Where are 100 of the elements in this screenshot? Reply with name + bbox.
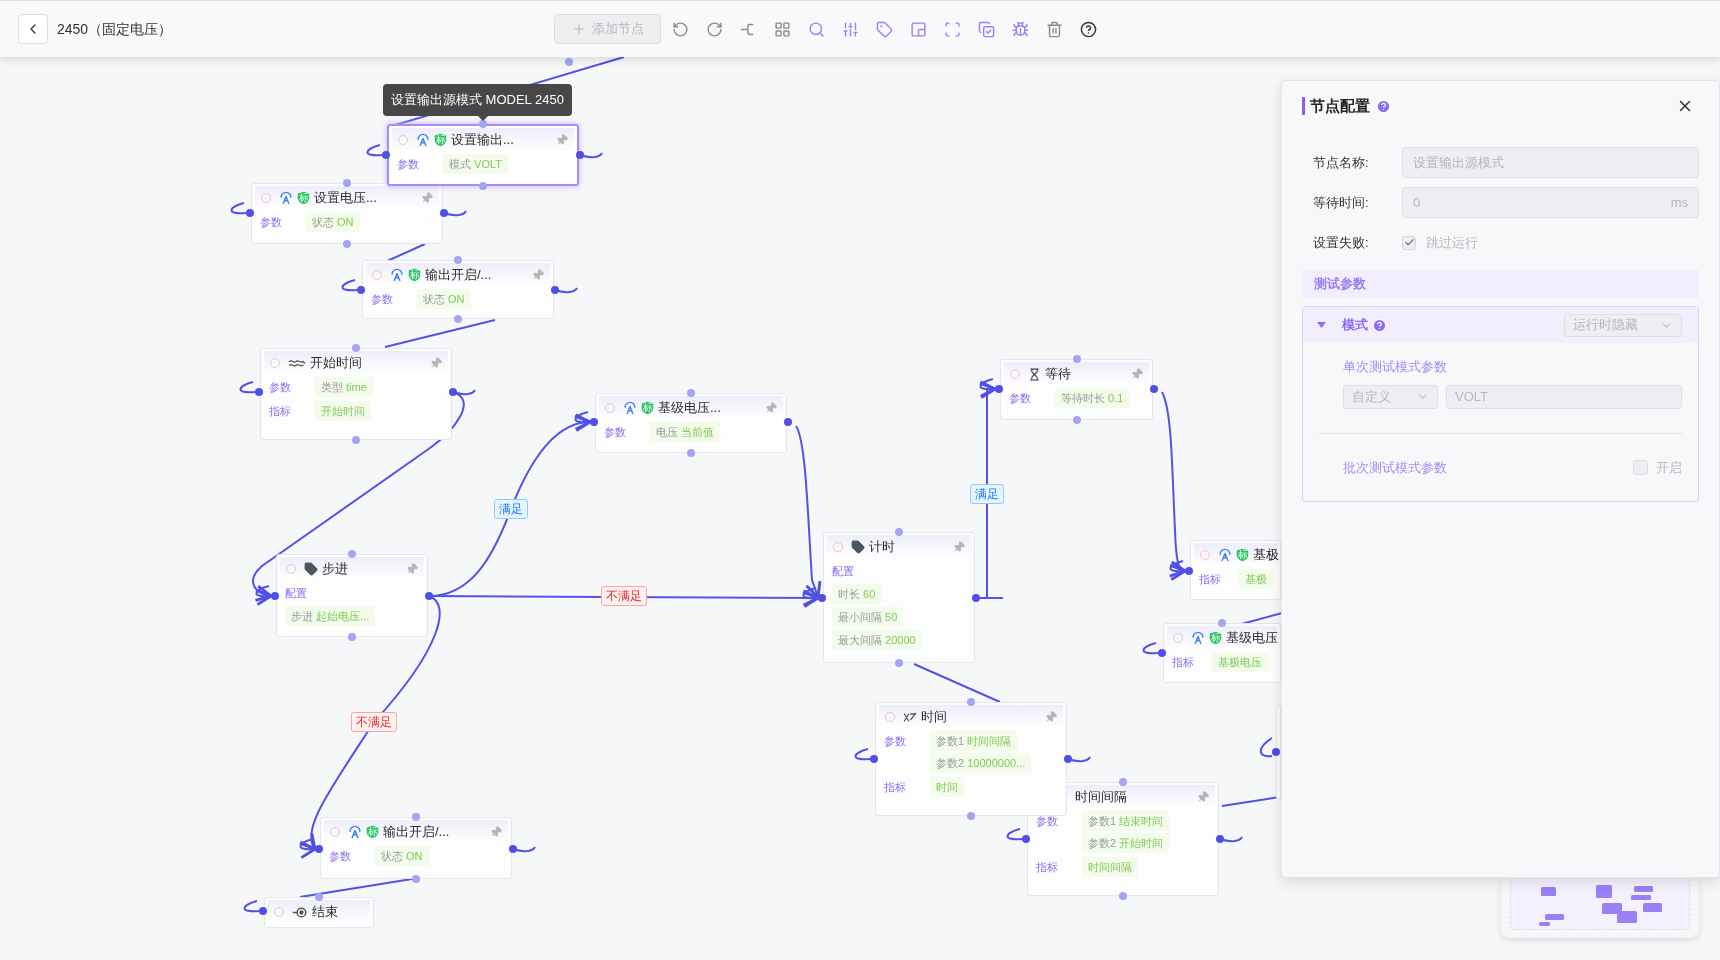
title-accent-bar xyxy=(1302,97,1305,115)
row-label: 参数 xyxy=(371,292,394,307)
param-chip: 状态 ON xyxy=(306,212,360,232)
field-label: 等待时间: xyxy=(1313,193,1370,212)
param-chip: 等待时长 0.1 xyxy=(1055,388,1130,408)
connection-port[interactable] xyxy=(479,120,487,128)
node-title: 结束 xyxy=(312,903,338,922)
flow-node[interactable]: 等待 参数 等待时长 0.1 xyxy=(1000,359,1153,420)
connection-port[interactable] xyxy=(449,388,457,396)
flow-node[interactable]: 步进 配置 步进 起始电压... xyxy=(276,554,428,637)
row-label: 指标 xyxy=(1199,572,1222,587)
connection-port[interactable] xyxy=(1064,755,1072,763)
checkbox[interactable] xyxy=(1633,459,1648,475)
connection-port[interactable] xyxy=(551,286,559,294)
row-label: 参数 xyxy=(260,215,283,230)
connection-port[interactable] xyxy=(259,907,267,915)
check-icon xyxy=(1403,237,1415,248)
row-label: 参数 xyxy=(604,425,627,440)
field-label: 节点名称: xyxy=(1313,153,1370,172)
connection-port[interactable] xyxy=(271,592,279,600)
subsection-title: 批次测试模式参数 xyxy=(1343,458,1447,477)
param-chip: 模式 VOLT xyxy=(443,154,508,174)
flow-node[interactable]: 标 输出开启/... 参数 状态 ON xyxy=(362,260,554,319)
connection-port[interactable] xyxy=(425,592,433,600)
connection-port[interactable] xyxy=(1216,835,1224,843)
back-button[interactable] xyxy=(18,14,48,44)
connection-port[interactable] xyxy=(972,594,980,602)
connection-port[interactable] xyxy=(995,385,1003,393)
row-label: 参数 xyxy=(884,734,907,749)
connection-port[interactable] xyxy=(1272,748,1280,756)
flow-node[interactable]: 计时 配置 时长 60 最小间隔 50 最大间隔 20000 xyxy=(823,532,975,663)
condition-label[interactable]: 满足 xyxy=(494,499,528,519)
connection-port[interactable] xyxy=(315,845,323,853)
param-chip: 最小间隔 50 xyxy=(832,607,904,627)
connection-port[interactable] xyxy=(870,755,878,763)
shield-badge: 标 xyxy=(366,825,379,839)
connection-port[interactable] xyxy=(440,209,448,217)
connection-port[interactable] xyxy=(1022,835,1030,843)
connection-port[interactable] xyxy=(590,418,598,426)
flow-node[interactable]: 时间 参数 参数1 时间间隔 参数2 10000000... 指标 时间 xyxy=(875,702,1067,816)
end-icon xyxy=(292,905,308,919)
panel-title: 节点配置 xyxy=(1310,95,1370,116)
connection-port[interactable] xyxy=(255,388,263,396)
condition-label[interactable]: 不满足 xyxy=(351,712,397,732)
node-title: 计时 xyxy=(869,538,895,557)
connection-port[interactable] xyxy=(509,845,517,853)
flow-node[interactable]: 标 设置电压... 参数 状态 ON xyxy=(251,183,443,244)
node-title: 时间间隔 xyxy=(1075,788,1127,807)
antenna-icon xyxy=(390,268,404,282)
hourglass-icon xyxy=(1028,367,1041,381)
connection-port[interactable] xyxy=(357,286,365,294)
node-title: 基极 xyxy=(1253,546,1279,565)
shield-badge: 标 xyxy=(297,191,310,205)
connection-port[interactable] xyxy=(1185,567,1193,575)
node-title: 输出开启/... xyxy=(425,266,492,285)
shield-badge: 标 xyxy=(408,268,421,282)
flow-node[interactable]: 时间间隔 参数 参数1 结束时间 参数2 开始时间 指标 时间间隔 xyxy=(1027,782,1219,896)
antenna-icon xyxy=(623,401,637,415)
flow-node[interactable]: 标 设置输出... 参数 模式 VOLT xyxy=(387,124,579,186)
node-title: 基级电压 xyxy=(1226,629,1278,648)
connection-port[interactable] xyxy=(382,151,390,159)
param-chip: 电压 当前值 xyxy=(650,422,721,442)
antenna-icon xyxy=(416,133,430,147)
shield-badge: 标 xyxy=(641,401,654,415)
connection-port[interactable] xyxy=(784,418,792,426)
flow-node[interactable]: 结束 xyxy=(264,897,374,928)
row-label: 参数 xyxy=(269,380,292,395)
row-label: 指标 xyxy=(1172,655,1195,670)
section-header: 测试参数 xyxy=(1302,270,1699,298)
tag-icon xyxy=(304,562,318,576)
node-title: 设置电压... xyxy=(314,189,377,208)
condition-label[interactable]: 满足 xyxy=(970,484,1004,504)
shield-badge: 标 xyxy=(1209,631,1222,645)
node-title: 设置输出... xyxy=(451,131,514,150)
connection-port[interactable] xyxy=(246,209,254,217)
param-chip: 状态 ON xyxy=(375,846,429,866)
flow-node[interactable]: 标 输出开启/... 参数 状态 ON xyxy=(320,817,512,879)
page-title: 2450（固定电压） xyxy=(57,19,173,39)
connection-port[interactable] xyxy=(315,893,323,901)
flow-node[interactable]: 标 基极 指标 基极 xyxy=(1190,540,1281,600)
connection-port[interactable] xyxy=(1150,385,1158,393)
param-chip: 时间间隔 xyxy=(1082,857,1138,877)
param-chip: 步进 起始电压... xyxy=(285,606,376,626)
flow-node[interactable]: 标 基级电压... 参数 电压 当前值 xyxy=(595,393,787,453)
minimap[interactable] xyxy=(1501,879,1699,938)
connection-port[interactable] xyxy=(576,151,584,159)
connection-port[interactable] xyxy=(1158,649,1166,657)
condition-label[interactable]: 不满足 xyxy=(601,586,647,606)
subsection-title: 单次测试模式参数 xyxy=(1343,358,1448,376)
flow-node[interactable]: 开始时间 参数 类型 time 指标 开始时间 xyxy=(260,348,452,440)
flow-node[interactable]: 标 基级电压 指标 基极电压 xyxy=(1163,623,1281,683)
antenna-icon xyxy=(1218,548,1232,562)
waves-icon xyxy=(288,357,306,369)
connection-port[interactable] xyxy=(818,594,826,602)
checkbox-label: 开启 xyxy=(1656,458,1682,477)
param-chip: 时长 60 xyxy=(832,584,882,604)
shield-badge: 标 xyxy=(1236,548,1249,562)
node-title: 开始时间 xyxy=(310,354,362,373)
plus-icon xyxy=(571,22,586,36)
node-card[interactable] xyxy=(1276,705,1281,800)
